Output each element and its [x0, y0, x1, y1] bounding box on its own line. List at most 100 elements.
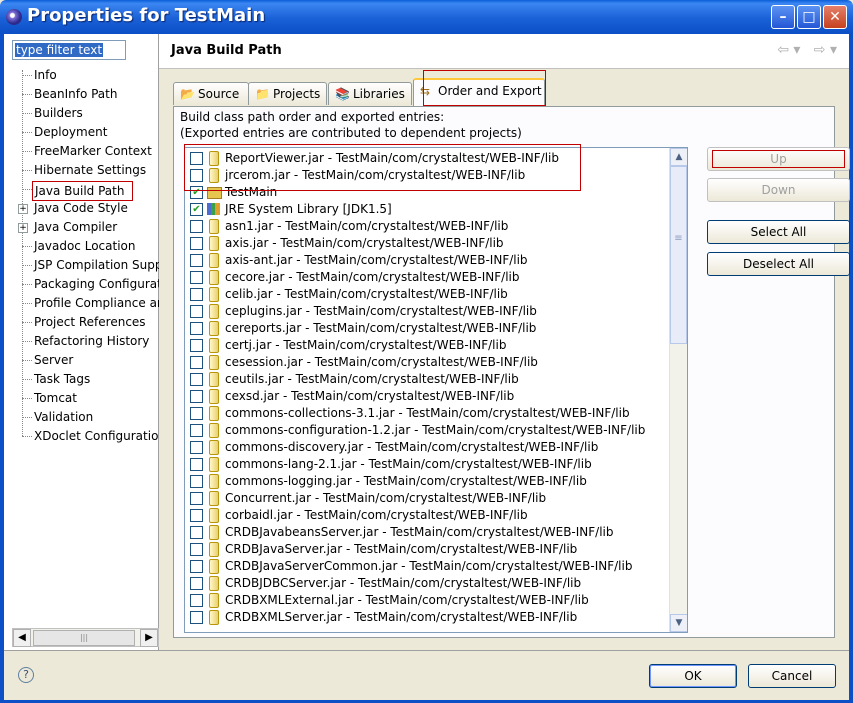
sidebar-item-project-references[interactable]: Project References	[34, 313, 146, 331]
help-icon[interactable]: ?	[18, 667, 34, 683]
vertical-scrollbar[interactable]: ▲ ≡ ▼	[669, 148, 687, 632]
sidebar-item-javadoc-location[interactable]: Javadoc Location	[34, 237, 135, 255]
close-button[interactable]: ✕	[823, 5, 847, 29]
sidebar-item-builders[interactable]: Builders	[34, 104, 83, 122]
sidebar-item-java-compiler[interactable]: Java Compiler	[34, 218, 117, 236]
export-checkbox[interactable]	[190, 526, 203, 539]
export-checkbox[interactable]	[190, 577, 203, 590]
select-all-button[interactable]: Select All	[707, 220, 850, 244]
tab-source[interactable]: 📂 Source	[173, 82, 249, 105]
export-checkbox[interactable]	[190, 254, 203, 267]
export-checkbox[interactable]	[190, 509, 203, 522]
export-checkbox[interactable]: ✔	[190, 186, 203, 199]
list-item[interactable]: celib.jar - TestMain/com/crystaltest/WEB…	[185, 286, 671, 303]
export-checkbox[interactable]	[190, 390, 203, 403]
sidebar-item-validation[interactable]: Validation	[34, 408, 93, 426]
down-button[interactable]: Down	[707, 178, 850, 202]
sidebar-item-profile-compliance-ar[interactable]: Profile Compliance ar	[34, 294, 162, 312]
export-checkbox[interactable]	[190, 611, 203, 624]
export-checkbox[interactable]	[190, 475, 203, 488]
export-checkbox[interactable]	[190, 424, 203, 437]
sidebar-item-deployment[interactable]: Deployment	[34, 123, 107, 141]
sidebar-item-hibernate-settings[interactable]: Hibernate Settings	[34, 161, 146, 179]
filter-input[interactable]: type filter text	[12, 40, 126, 60]
list-item[interactable]: commons-logging.jar - TestMain/com/cryst…	[185, 473, 671, 490]
sidebar-item-info[interactable]: Info	[34, 66, 57, 84]
up-button[interactable]: Up	[707, 147, 850, 171]
list-item[interactable]: CRDBXMLExternal.jar - TestMain/com/cryst…	[185, 592, 671, 609]
tab-projects[interactable]: 📁 Projects	[248, 82, 327, 105]
list-item[interactable]: commons-configuration-1.2.jar - TestMain…	[185, 422, 671, 439]
list-item[interactable]: CRDBJavaServerCommon.jar - TestMain/com/…	[185, 558, 671, 575]
forward-arrow-icon[interactable]: ⇨ ▾	[814, 42, 837, 58]
list-item[interactable]: cereports.jar - TestMain/com/crystaltest…	[185, 320, 671, 337]
export-checkbox[interactable]	[190, 560, 203, 573]
list-item[interactable]: corbaidl.jar - TestMain/com/crystaltest/…	[185, 507, 671, 524]
back-arrow-icon[interactable]: ⇦ ▾	[777, 42, 800, 58]
scroll-thumb[interactable]: ≡	[670, 166, 687, 344]
sidebar-item-jsp-compilation-supp[interactable]: JSP Compilation Supp	[34, 256, 163, 274]
export-checkbox[interactable]: ✔	[190, 203, 203, 216]
export-checkbox[interactable]	[190, 169, 203, 182]
export-checkbox[interactable]	[190, 458, 203, 471]
list-item[interactable]: cexsd.jar - TestMain/com/crystaltest/WEB…	[185, 388, 671, 405]
export-checkbox[interactable]	[190, 594, 203, 607]
export-checkbox[interactable]	[190, 441, 203, 454]
sidebar-item-server[interactable]: Server	[34, 351, 73, 369]
export-checkbox[interactable]	[190, 356, 203, 369]
scroll-up-icon[interactable]: ▲	[670, 148, 687, 166]
list-item[interactable]: commons-collections-3.1.jar - TestMain/c…	[185, 405, 671, 422]
sidebar-item-xdoclet-configuratior[interactable]: XDoclet Configuratior	[34, 427, 163, 445]
deselect-all-button[interactable]: Deselect All	[707, 252, 850, 276]
export-checkbox[interactable]	[190, 237, 203, 250]
scroll-left-icon[interactable]: ◀	[13, 629, 31, 647]
sidebar-item-beaninfo-path[interactable]: BeanInfo Path	[34, 85, 117, 103]
minimize-button[interactable]: –	[771, 5, 795, 29]
list-item[interactable]: cesession.jar - TestMain/com/crystaltest…	[185, 354, 671, 371]
list-item[interactable]: jrcerom.jar - TestMain/com/crystaltest/W…	[185, 167, 671, 184]
export-checkbox[interactable]	[190, 373, 203, 386]
list-item[interactable]: CRDBJDBCServer.jar - TestMain/com/crysta…	[185, 575, 671, 592]
sidebar-item-java-code-style[interactable]: Java Code Style	[34, 199, 128, 217]
list-item[interactable]: cecore.jar - TestMain/com/crystaltest/WE…	[185, 269, 671, 286]
export-checkbox[interactable]	[190, 543, 203, 556]
horizontal-scrollbar[interactable]: ◀ ||| ▶	[12, 628, 159, 647]
list-item[interactable]: CRDBJavabeansServer.jar - TestMain/com/c…	[185, 524, 671, 541]
list-item[interactable]: certj.jar - TestMain/com/crystaltest/WEB…	[185, 337, 671, 354]
list-item[interactable]: Concurrent.jar - TestMain/com/crystaltes…	[185, 490, 671, 507]
maximize-button[interactable]: □	[797, 5, 821, 29]
sidebar-item-refactoring-history[interactable]: Refactoring History	[34, 332, 149, 350]
ok-button[interactable]: OK	[649, 664, 737, 688]
scroll-thumb[interactable]: |||	[33, 630, 135, 646]
classpath-entries-list[interactable]: ReportViewer.jar - TestMain/com/crystalt…	[184, 147, 688, 633]
scroll-down-icon[interactable]: ▼	[670, 614, 687, 632]
export-checkbox[interactable]	[190, 220, 203, 233]
export-checkbox[interactable]	[190, 271, 203, 284]
list-item[interactable]: ceplugins.jar - TestMain/com/crystaltest…	[185, 303, 671, 320]
sidebar-item-task-tags[interactable]: Task Tags	[34, 370, 90, 388]
sidebar-item-java-build-path[interactable]: Java Build Path	[32, 181, 134, 201]
list-item[interactable]: ✔ JRE System Library [JDK1.5]	[185, 201, 671, 218]
scroll-right-icon[interactable]: ▶	[140, 629, 158, 647]
list-item[interactable]: axis.jar - TestMain/com/crystaltest/WEB-…	[185, 235, 671, 252]
list-item[interactable]: ceutils.jar - TestMain/com/crystaltest/W…	[185, 371, 671, 388]
export-checkbox[interactable]	[190, 305, 203, 318]
cancel-button[interactable]: Cancel	[748, 664, 836, 688]
history-navigation[interactable]: ⇦ ▾ ⇨ ▾	[777, 42, 837, 58]
expand-icon[interactable]: +	[18, 204, 28, 214]
export-checkbox[interactable]	[190, 288, 203, 301]
list-item[interactable]: commons-discovery.jar - TestMain/com/cry…	[185, 439, 671, 456]
export-checkbox[interactable]	[190, 407, 203, 420]
list-item[interactable]: commons-lang-2.1.jar - TestMain/com/crys…	[185, 456, 671, 473]
export-checkbox[interactable]	[190, 492, 203, 505]
export-checkbox[interactable]	[190, 152, 203, 165]
tab-libraries[interactable]: 📚 Libraries	[328, 82, 412, 105]
list-item[interactable]: CRDBXMLServer.jar - TestMain/com/crystal…	[185, 609, 671, 626]
sidebar-item-tomcat[interactable]: Tomcat	[34, 389, 77, 407]
list-item[interactable]: ReportViewer.jar - TestMain/com/crystalt…	[185, 150, 671, 167]
list-item[interactable]: ✔ TestMain	[185, 184, 671, 201]
sidebar-item-freemarker-context[interactable]: FreeMarker Context	[34, 142, 152, 160]
list-item[interactable]: axis-ant.jar - TestMain/com/crystaltest/…	[185, 252, 671, 269]
list-item[interactable]: CRDBJavaServer.jar - TestMain/com/crysta…	[185, 541, 671, 558]
tab-order-and-export[interactable]: ⇆ Order and Export	[413, 78, 545, 107]
